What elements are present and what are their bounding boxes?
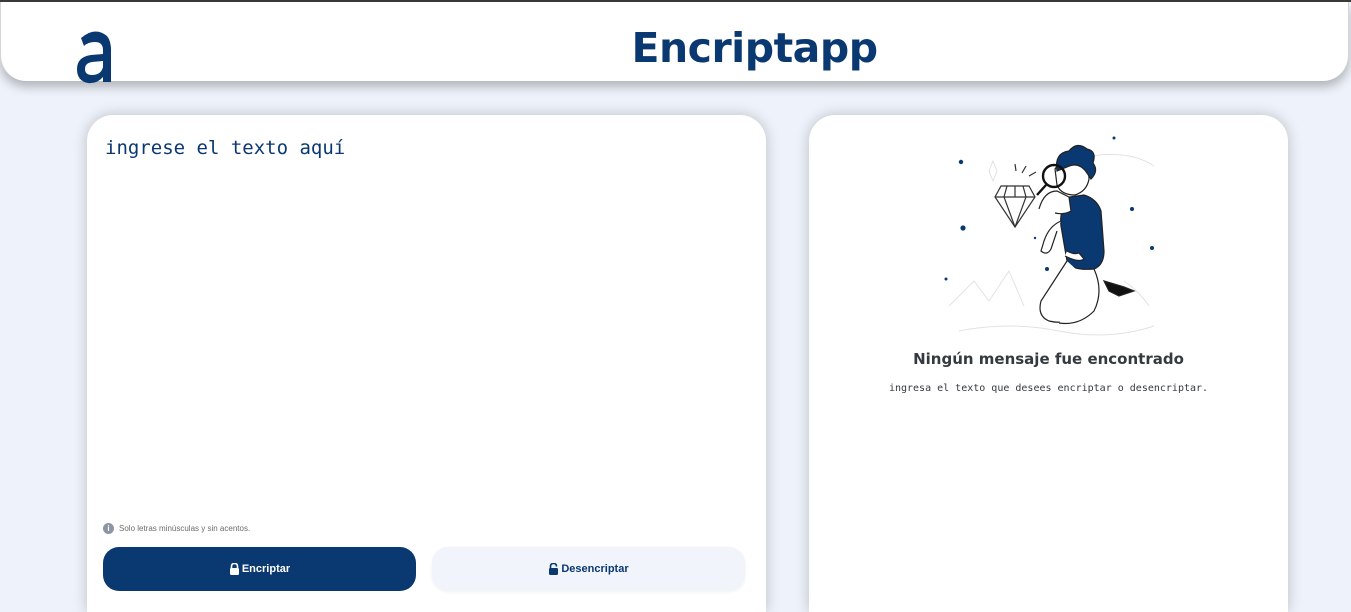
empty-message-title: Ningún mensaje fue encontrado [913,350,1184,368]
message-input[interactable] [105,137,745,517]
decrypt-label: Desencriptar [561,563,629,575]
hint-text: Solo letras minúsculas y sin acentos. [119,524,251,533]
empty-message-subtitle: ingresa el texto que desees encriptar o … [888,383,1209,394]
encrypt-button[interactable]: Encriptar [103,547,416,591]
app-title: Encriptapp [631,24,878,72]
output-panel: Ningún mensaje fue encontrado ingresa el… [809,115,1288,612]
app-header: Encriptapp [0,2,1349,84]
unlock-icon [549,563,559,575]
person-with-magnifying-glass-illustration [929,131,1169,351]
info-icon: i [103,523,114,534]
decrypt-button[interactable]: Desencriptar [432,547,745,591]
alura-a-logo-icon [75,28,115,86]
input-hint: i Solo letras minúsculas y sin acentos. [103,523,250,534]
lock-icon [229,563,239,575]
encrypt-label: Encriptar [241,563,291,575]
input-panel: i Solo letras minúsculas y sin acentos. … [87,115,766,612]
